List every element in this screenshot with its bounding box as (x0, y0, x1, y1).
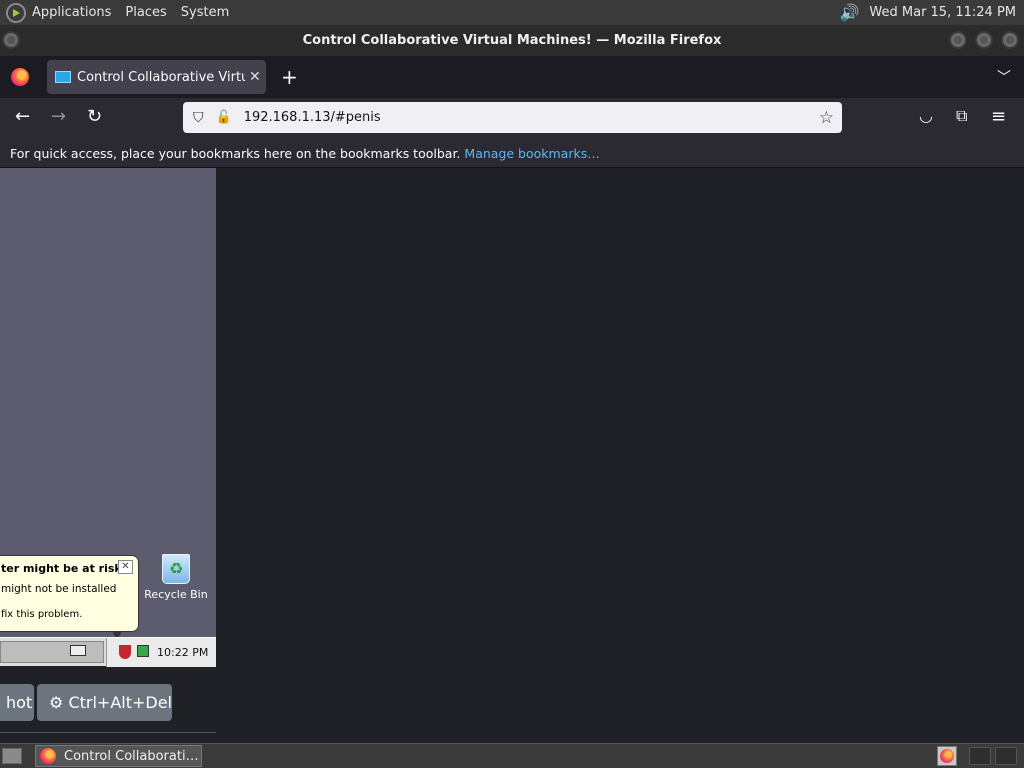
volume-icon[interactable]: 🔊 (839, 3, 859, 22)
vm-taskbar[interactable]: 10:22 PM (0, 637, 216, 667)
url-text[interactable]: 192.168.1.13/#penis (244, 110, 381, 125)
insecure-lock-icon[interactable]: 🔓 (216, 110, 232, 125)
workspace-1[interactable] (969, 747, 991, 765)
menu-applications[interactable]: Applications (32, 5, 111, 20)
balloon-text-2: fix this problem. (1, 609, 83, 620)
workspace-2[interactable] (995, 747, 1017, 765)
bookmarks-toolbar: For quick access, place your bookmarks h… (0, 140, 1024, 168)
list-tabs-chevron-icon[interactable]: ﹀ (997, 67, 1011, 87)
balloon-close-icon[interactable]: ✕ (118, 560, 133, 574)
recycle-bin-desktop-icon[interactable]: Recycle Bin (143, 554, 209, 601)
show-desktop-icon[interactable] (2, 748, 22, 764)
screenshot-button-label: hot (6, 693, 33, 712)
window-titlebar[interactable]: Control Collaborative Virtual Machines! … (0, 25, 1024, 56)
navigation-toolbar: ← → ↻ ⛉ 🔓 192.168.1.13/#penis ☆ ◡ ⧉ ≡ (0, 98, 1024, 140)
back-arrow-icon[interactable]: ← (15, 106, 30, 127)
tab-strip: Control Collaborative Virtual Machines! … (0, 56, 1024, 98)
page-content: ter might be at risk might not be instal… (0, 168, 1024, 743)
forward-arrow-icon[interactable]: → (51, 106, 66, 127)
security-alert-balloon[interactable]: ter might be at risk might not be instal… (0, 555, 139, 632)
ctrl-alt-del-label: Ctrl+Alt+Del (68, 693, 172, 712)
manage-bookmarks-link[interactable]: Manage bookmarks… (464, 146, 599, 161)
tracking-shield-icon[interactable]: ⛉ (193, 110, 204, 126)
bookmarks-message: For quick access, place your bookmarks h… (10, 146, 461, 161)
top-panel: Applications Places System 🔊 Wed Mar 15,… (0, 0, 1024, 25)
balloon-title: ter might be at risk (1, 562, 122, 575)
taskbar-window-button[interactable]: Control Collaborati… (35, 745, 202, 767)
pocket-icon[interactable]: ◡ (919, 106, 933, 125)
recycle-bin-label: Recycle Bin (144, 588, 208, 601)
vm-taskbar-field[interactable] (0, 641, 104, 663)
extensions-icon[interactable]: ⧉ (956, 106, 967, 126)
firefox-tray-icon[interactable] (937, 746, 957, 766)
distro-logo-icon[interactable] (6, 2, 26, 23)
firefox-icon (40, 748, 56, 764)
vm-favicon-icon (55, 71, 71, 83)
menu-places[interactable]: Places (125, 5, 166, 20)
tab-title: Control Collaborative Virtual Machines! (77, 69, 245, 85)
gear-icon: ⚙ (49, 693, 64, 712)
url-bar[interactable]: ⛉ 🔓 192.168.1.13/#penis ☆ (183, 102, 842, 133)
screenshot-button[interactable]: hot (0, 684, 34, 721)
bookmark-star-icon[interactable]: ☆ (819, 108, 834, 128)
window-menu-icon[interactable] (2, 31, 20, 49)
vm-clock[interactable]: 10:22 PM (157, 646, 208, 659)
firefox-view-icon[interactable] (11, 68, 29, 86)
recycle-bin-icon (162, 554, 190, 584)
menu-system[interactable]: System (181, 5, 229, 20)
close-window-icon[interactable] (1001, 31, 1019, 49)
window-title: Control Collaborative Virtual Machines! … (302, 33, 722, 48)
reload-icon[interactable]: ↻ (87, 106, 102, 127)
app-menu-icon[interactable]: ≡ (991, 106, 1006, 127)
maximize-icon[interactable] (975, 31, 993, 49)
divider (0, 732, 216, 733)
security-center-icon[interactable] (119, 645, 131, 659)
tab-close-icon[interactable]: ✕ (249, 69, 261, 85)
bottom-panel: Control Collaborati… (0, 743, 1024, 768)
new-tab-button[interactable]: + (281, 65, 298, 89)
ctrl-alt-del-button[interactable]: ⚙ Ctrl+Alt+Del (37, 684, 172, 721)
vm-system-tray: 10:22 PM (106, 638, 216, 667)
taskbar-window-title: Control Collaborati… (64, 748, 198, 764)
keyboard-icon[interactable] (70, 645, 86, 656)
balloon-text-1: might not be installed (1, 583, 117, 595)
tab-active[interactable]: Control Collaborative Virtual Machines! … (47, 60, 266, 94)
network-icon[interactable] (137, 645, 149, 657)
panel-clock[interactable]: Wed Mar 15, 11:24 PM (869, 5, 1016, 20)
minimize-icon[interactable] (949, 31, 967, 49)
